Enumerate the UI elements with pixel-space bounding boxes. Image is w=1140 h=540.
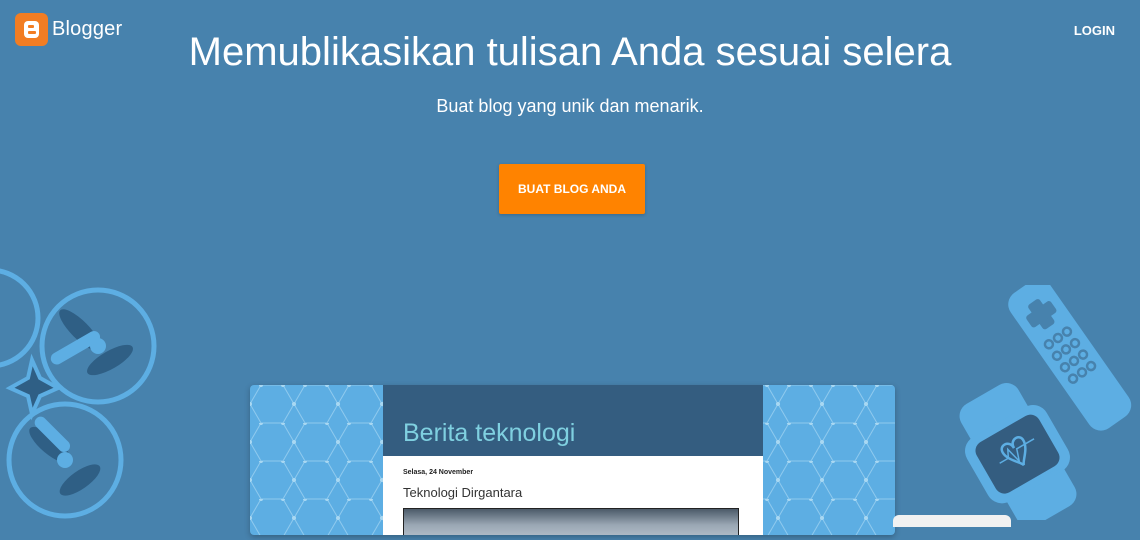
drone-illustration: [0, 268, 157, 519]
post-date: Selasa, 24 November: [403, 469, 474, 476]
blog-preview: Berita teknologi Selasa, 24 November Tek…: [250, 385, 895, 535]
post-image: [403, 508, 739, 535]
blog-preview-title: Berita teknologi: [403, 419, 576, 447]
gadgets-illustration: 85 BPM: [959, 285, 1132, 520]
blog-preview-panel: Berita teknologi Selasa, 24 November Tek…: [383, 385, 763, 535]
bottom-tab: [893, 515, 1011, 527]
blog-preview-header: Berita teknologi: [383, 385, 763, 456]
create-blog-button[interactable]: BUAT BLOG ANDA: [499, 164, 645, 214]
post-title: Teknologi Dirgantara: [403, 485, 523, 500]
hero-subtitle: Buat blog yang unik dan menarik.: [436, 96, 704, 116]
hero-title: Memublikasikan tulisan Anda sesuai seler…: [188, 30, 952, 74]
